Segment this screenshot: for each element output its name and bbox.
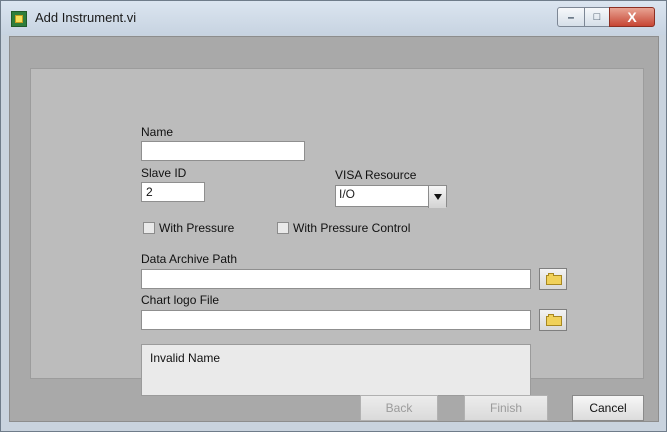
with-pressure-checkbox-box[interactable]: [143, 222, 155, 234]
data-archive-browse-button[interactable]: [539, 268, 567, 290]
finish-button[interactable]: Finish: [464, 395, 548, 421]
labview-vi-icon: [11, 11, 27, 27]
name-input[interactable]: [141, 141, 305, 161]
settings-panel: Name Slave ID 2 VISA Resource I/O With P…: [30, 68, 644, 396]
chart-logo-browse-button[interactable]: [539, 309, 567, 331]
window-title: Add Instrument.vi: [35, 10, 137, 25]
data-archive-path-label: Data Archive Path: [141, 252, 238, 266]
close-icon: X: [627, 9, 637, 25]
chart-logo-file-input[interactable]: [141, 310, 531, 330]
maximize-icon: □: [593, 11, 601, 23]
folder-icon: [546, 273, 562, 285]
with-pressure-control-checkbox-box[interactable]: [277, 222, 289, 234]
slave-id-input[interactable]: 2: [141, 182, 205, 202]
minimize-button[interactable]: –: [557, 7, 585, 27]
with-pressure-control-label: With Pressure Control: [293, 221, 411, 235]
status-message-box: Invalid Name: [141, 344, 531, 396]
title-bar[interactable]: Add Instrument.vi – □ X: [1, 1, 666, 35]
back-button[interactable]: Back: [360, 395, 438, 421]
cancel-button[interactable]: Cancel: [572, 395, 644, 421]
visa-resource-dropdown[interactable]: I/O: [335, 185, 447, 208]
minimize-icon: –: [567, 10, 575, 24]
name-label: Name: [141, 125, 174, 139]
add-instrument-window: Add Instrument.vi – □ X Name Slave ID 2 …: [0, 0, 667, 432]
slave-id-label: Slave ID: [141, 166, 187, 180]
io-icon: I/O: [339, 187, 356, 201]
chart-logo-file-label: Chart logo File: [141, 293, 220, 307]
chevron-down-icon[interactable]: [428, 186, 446, 208]
with-pressure-label: With Pressure: [159, 221, 235, 235]
visa-resource-label: VISA Resource: [335, 168, 417, 182]
folder-icon: [546, 314, 562, 326]
close-button[interactable]: X: [609, 7, 655, 27]
data-archive-path-input[interactable]: [141, 269, 531, 289]
maximize-button[interactable]: □: [584, 7, 610, 27]
status-message: Invalid Name: [150, 351, 221, 365]
client-area: Name Slave ID 2 VISA Resource I/O With P…: [9, 36, 659, 422]
